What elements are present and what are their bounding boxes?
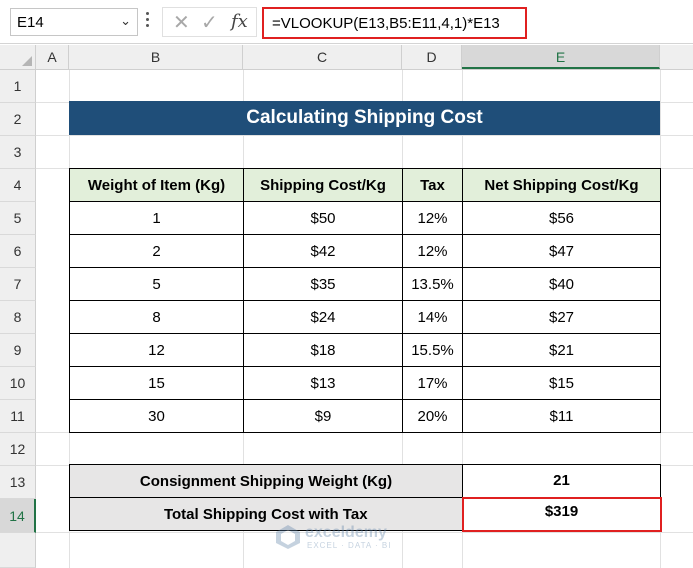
select-all-corner[interactable] xyxy=(0,45,36,69)
formula-bar: E14 ⌄ ✕ ✓ fx =VLOOKUP(E13,B5:E11,4,1)*E1… xyxy=(0,0,693,44)
name-box-value: E14 xyxy=(17,14,44,31)
row-header-15[interactable] xyxy=(0,533,36,568)
row-header-12[interactable]: 12 xyxy=(0,433,36,466)
column-header-c[interactable]: C xyxy=(243,45,402,69)
cell-net-cost[interactable]: $56 xyxy=(462,201,661,235)
column-header-b[interactable]: B xyxy=(69,45,243,69)
cell-tax[interactable]: 12% xyxy=(402,234,463,268)
sheet-title[interactable]: Calculating Shipping Cost xyxy=(69,101,660,135)
row-header-3[interactable]: 3 xyxy=(0,136,36,169)
row-header-13[interactable]: 13 xyxy=(0,466,36,499)
cell-weight[interactable]: 2 xyxy=(69,234,244,268)
cell-net-cost[interactable]: $11 xyxy=(462,399,661,433)
cell-net-cost[interactable]: $40 xyxy=(462,267,661,301)
table-row: 5 $35 13.5% $40 xyxy=(69,267,661,301)
table-row: 8 $24 14% $27 xyxy=(69,300,661,334)
watermark: exceldemy EXCEL · DATA · BI xyxy=(275,522,425,552)
cell-shipping-cost[interactable]: $9 xyxy=(243,399,403,433)
column-header-a[interactable]: A xyxy=(36,45,69,69)
cell-shipping-cost[interactable]: $35 xyxy=(243,267,403,301)
total-value-cell[interactable]: $319 xyxy=(461,496,662,532)
cell-shipping-cost[interactable]: $18 xyxy=(243,333,403,367)
cell-tax[interactable]: 15.5% xyxy=(402,333,463,367)
shipping-cost-table: Weight of Item (Kg) Shipping Cost/Kg Tax… xyxy=(69,168,661,433)
row-header-7[interactable]: 7 xyxy=(0,268,36,301)
cell-tax[interactable]: 13.5% xyxy=(402,267,463,301)
row-header-9[interactable]: 9 xyxy=(0,334,36,367)
cell-shipping-cost[interactable]: $24 xyxy=(243,300,403,334)
summary-row-weight: Consignment Shipping Weight (Kg) 21 xyxy=(69,464,661,498)
row-header-5[interactable]: 5 xyxy=(0,202,36,235)
row-header-14[interactable]: 14 xyxy=(0,499,36,533)
column-header-d[interactable]: D xyxy=(402,45,462,69)
chevron-down-icon[interactable]: ⌄ xyxy=(120,13,131,29)
cell-weight[interactable]: 5 xyxy=(69,267,244,301)
formula-text: =VLOOKUP(E13,B5:E11,4,1)*E13 xyxy=(272,15,500,32)
row-header-11[interactable]: 11 xyxy=(0,400,36,433)
cell-net-cost[interactable]: $15 xyxy=(462,366,661,400)
header-tax[interactable]: Tax xyxy=(402,168,463,202)
cell-weight[interactable]: 1 xyxy=(69,201,244,235)
column-headers: A B C D E xyxy=(0,45,693,70)
watermark-name: exceldemy xyxy=(305,524,387,541)
row-header-4[interactable]: 4 xyxy=(0,169,36,202)
cell-weight[interactable]: 12 xyxy=(69,333,244,367)
cell-net-cost[interactable]: $21 xyxy=(462,333,661,367)
table-row: 1 $50 12% $56 xyxy=(69,201,661,235)
cell-tax[interactable]: 20% xyxy=(402,399,463,433)
row-header-1[interactable]: 1 xyxy=(0,70,36,103)
row-header-10[interactable]: 10 xyxy=(0,367,36,400)
cell-shipping-cost[interactable]: $42 xyxy=(243,234,403,268)
cell-shipping-cost[interactable]: $13 xyxy=(243,366,403,400)
insert-function-icon[interactable]: fx xyxy=(231,11,248,32)
column-header-e[interactable]: E xyxy=(462,45,660,69)
cell-net-cost[interactable]: $47 xyxy=(462,234,661,268)
cell-tax[interactable]: 17% xyxy=(402,366,463,400)
weight-label[interactable]: Consignment Shipping Weight (Kg) xyxy=(69,464,463,498)
exceldemy-logo-icon xyxy=(276,525,300,549)
formula-buttons: ✕ ✓ fx xyxy=(162,7,257,37)
cell-shipping-cost[interactable]: $50 xyxy=(243,201,403,235)
row-header-2[interactable]: 2 xyxy=(0,103,36,136)
cell-net-cost[interactable]: $27 xyxy=(462,300,661,334)
name-box[interactable]: E14 ⌄ xyxy=(10,8,138,36)
row-header-6[interactable]: 6 xyxy=(0,235,36,268)
table-row: 30 $9 20% $11 xyxy=(69,399,661,433)
row-header-8[interactable]: 8 xyxy=(0,301,36,334)
watermark-tagline: EXCEL · DATA · BI xyxy=(307,541,392,550)
header-shipping-cost[interactable]: Shipping Cost/Kg xyxy=(243,168,403,202)
cell-weight[interactable]: 30 xyxy=(69,399,244,433)
gridline xyxy=(36,135,693,136)
cell-weight[interactable]: 8 xyxy=(69,300,244,334)
cancel-icon[interactable]: ✕ xyxy=(173,10,190,35)
table-row: 15 $13 17% $15 xyxy=(69,366,661,400)
table-header-row: Weight of Item (Kg) Shipping Cost/Kg Tax… xyxy=(69,168,661,202)
more-options-icon[interactable] xyxy=(146,10,150,32)
weight-value[interactable]: 21 xyxy=(462,464,661,498)
enter-icon[interactable]: ✓ xyxy=(201,10,218,35)
select-all-icon xyxy=(22,56,32,66)
cell-tax[interactable]: 12% xyxy=(402,201,463,235)
formula-input[interactable]: =VLOOKUP(E13,B5:E11,4,1)*E13 xyxy=(262,7,527,39)
cell-weight[interactable]: 15 xyxy=(69,366,244,400)
table-row: 2 $42 12% $47 xyxy=(69,234,661,268)
header-net-shipping-cost[interactable]: Net Shipping Cost/Kg xyxy=(462,168,661,202)
table-row: 12 $18 15.5% $21 xyxy=(69,333,661,367)
cell-tax[interactable]: 14% xyxy=(402,300,463,334)
header-weight[interactable]: Weight of Item (Kg) xyxy=(69,168,244,202)
